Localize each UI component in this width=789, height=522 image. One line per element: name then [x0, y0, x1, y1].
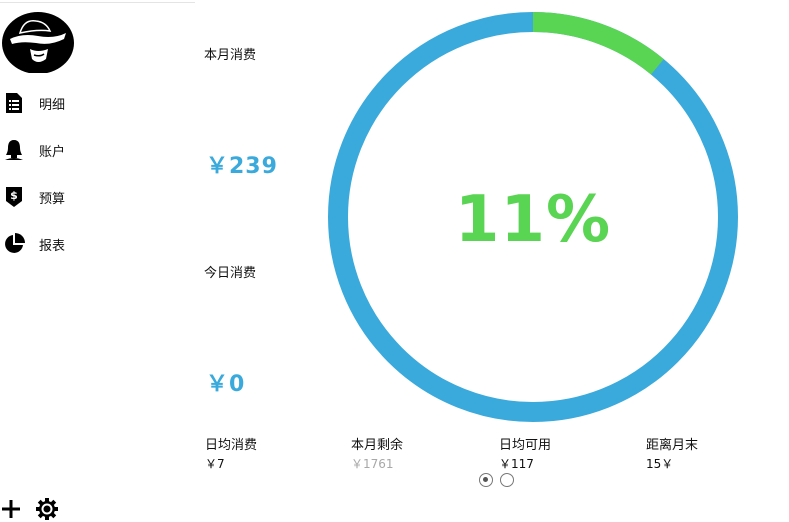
page-indicator [479, 473, 514, 487]
stat-daily-average: 日均消费 ￥7 [205, 434, 335, 472]
stat-value: ￥117 [499, 457, 534, 471]
stat-label: 日均消费 [205, 438, 258, 453]
add-button[interactable] [0, 496, 24, 522]
sidebar-item-account[interactable]: 账户 [3, 138, 153, 162]
document-icon [3, 92, 25, 114]
settings-button[interactable] [34, 496, 60, 522]
stat-month-remaining: 本月剩余 ￥1761 [351, 434, 481, 472]
pie-chart-icon [3, 233, 25, 255]
stat-value: ￥7 [205, 457, 225, 471]
stat-label: 本月剩余 [351, 438, 404, 453]
stat-value: ￥1761 [351, 457, 394, 471]
sidebar-item-label: 报表 [39, 238, 66, 254]
sidebar-item-report[interactable]: 报表 [3, 232, 153, 256]
today-spend-label: 今日消费 [204, 266, 257, 281]
app-logo [2, 9, 75, 74]
svg-text:$: $ [10, 189, 18, 202]
stat-label: 日均可用 [499, 438, 552, 453]
month-spend-label: 本月消费 [204, 48, 257, 63]
page-dot-1[interactable] [479, 473, 493, 487]
month-spend-value: ￥239 [206, 154, 278, 179]
sidebar-item-label: 明细 [39, 97, 66, 113]
stat-days-to-month-end: 距离月末 15￥ [646, 434, 776, 472]
stat-value: 15￥ [646, 457, 674, 471]
sidebar-item-budget[interactable]: $ 预算 [3, 185, 153, 209]
stat-daily-available: 日均可用 ￥117 [499, 434, 629, 472]
today-spend-value: ￥0 [206, 372, 246, 397]
top-divider [0, 2, 195, 3]
page-dot-2[interactable] [500, 473, 514, 487]
user-icon [3, 139, 25, 161]
stat-label: 距离月末 [646, 438, 699, 453]
gear-icon [36, 498, 58, 520]
sidebar-item-details[interactable]: 明细 [3, 91, 153, 115]
sidebar-item-label: 预算 [39, 191, 66, 207]
progress-percent: 11% [454, 183, 612, 257]
budget-tag-icon: $ [3, 186, 25, 208]
sidebar-item-label: 账户 [39, 144, 66, 160]
plus-icon [2, 500, 20, 518]
